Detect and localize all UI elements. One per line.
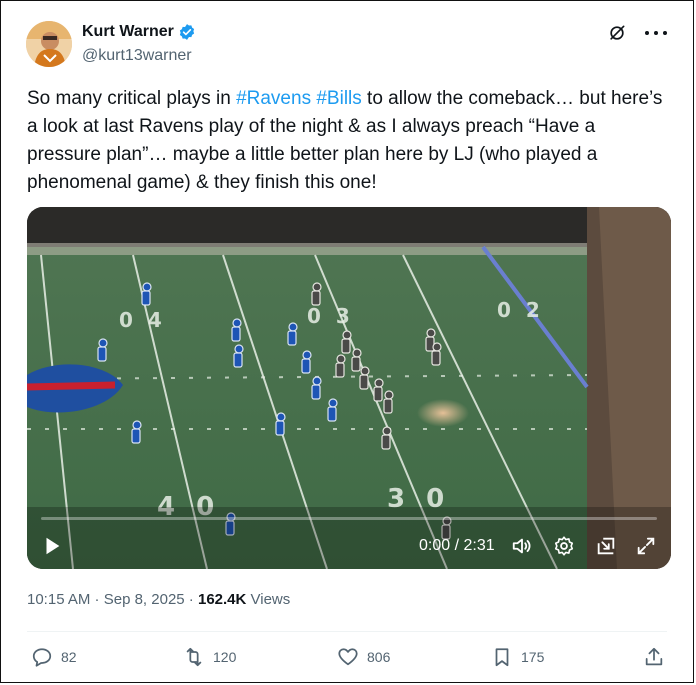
bookmark-count: 175 [521,649,545,665]
like-button[interactable]: 806 [337,646,390,668]
hashtag-ravens[interactable]: #Ravens [236,88,311,109]
picture-in-picture-icon[interactable] [595,535,617,557]
bookmark-icon [495,648,509,667]
like-count: 806 [367,649,391,665]
grok-icon[interactable] [607,23,627,43]
avatar-image [26,21,72,67]
tweet-text-part: So many critical plays in [27,88,237,109]
author-name-row: Kurt Warner [82,23,196,41]
tweet-text: So many critical plays in #Ravens #Bills… [27,85,672,197]
more-options-icon[interactable] [645,23,667,43]
divider [27,631,667,632]
volume-icon[interactable] [511,535,533,557]
hashtag-bills[interactable]: #Bills [316,88,361,109]
tweet-date[interactable]: Sep 8, 2025 [104,591,185,608]
heart-icon [338,648,358,666]
views-label: Views [246,591,291,608]
video-player[interactable]: 0 4 0 3 0 2 4 0 3 0 0:00 / 2:31 [27,207,671,569]
author-name[interactable]: Kurt Warner [82,23,174,41]
meta-separator: · [184,591,198,608]
avatar[interactable] [26,21,72,67]
verified-badge-icon[interactable] [178,23,196,41]
reply-count: 82 [61,649,77,665]
share-button[interactable] [643,646,665,668]
tweet-top-icons [607,23,667,43]
play-icon[interactable] [41,535,63,557]
meta-separator: · [90,591,104,608]
reply-button[interactable]: 82 [31,646,77,668]
share-icon [645,647,663,666]
views-count: 162.4K [197,591,247,608]
tweet-card: Kurt Warner @kurt13warner So many critic… [0,0,694,683]
author-handle[interactable]: @kurt13warner [82,47,192,65]
tweet-time[interactable]: 10:15 AM [27,591,90,608]
tweet-meta: 10:15 AM · Sep 8, 2025 · 162.4K Views [27,591,290,608]
svg-text:0 3: 0 3 [307,304,354,328]
fullscreen-icon[interactable] [635,535,657,557]
reply-icon [32,648,52,667]
video-progress-bar[interactable] [41,517,657,520]
repost-button[interactable]: 120 [183,646,236,668]
tweet-actions: 82 120 806 175 [31,646,667,674]
video-controls: 0:00 / 2:31 [27,511,671,569]
video-time: 0:00 / 2:31 [419,537,495,554]
bookmark-button[interactable]: 175 [491,646,544,668]
repost-icon [186,647,202,667]
repost-count: 120 [213,649,237,665]
settings-gear-icon[interactable] [553,535,575,557]
svg-text:0 4: 0 4 [119,308,166,332]
svg-text:0 2: 0 2 [497,298,544,322]
